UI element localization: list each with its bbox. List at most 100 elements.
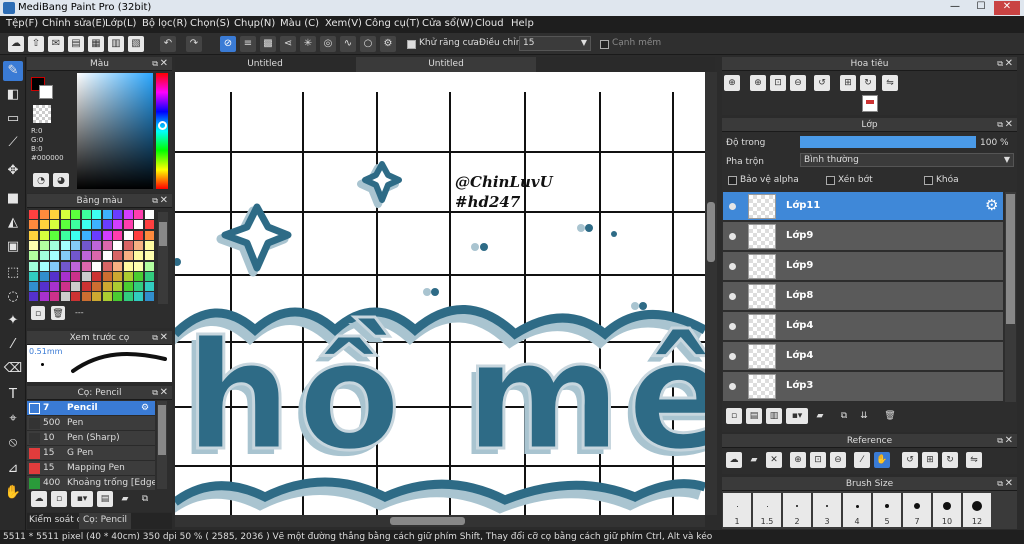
palette-swatch[interactable] (81, 210, 91, 219)
undock-icon[interactable]: ⧉ (997, 434, 1003, 448)
tab-document-2[interactable]: Untitled (356, 57, 536, 72)
palette-swatch[interactable] (29, 251, 38, 261)
new-palette-icon[interactable]: ▫ (31, 306, 45, 320)
close-icon[interactable]: ✕ (160, 331, 168, 345)
page-icon[interactable]: ▦ (88, 36, 104, 52)
undock-icon[interactable]: ⧉ (152, 194, 158, 208)
text-tool-icon[interactable]: T (3, 385, 23, 405)
brush-size-option[interactable]: 1 (723, 493, 751, 527)
palette-swatch[interactable] (50, 271, 59, 281)
palette-swatch[interactable] (144, 271, 154, 281)
palette-swatch[interactable] (113, 282, 122, 292)
palette-swatch[interactable] (60, 230, 70, 240)
palette-swatch[interactable] (50, 261, 59, 271)
minimize-button[interactable]: — (942, 1, 968, 15)
snap-off-icon[interactable]: ⊘ (220, 36, 236, 52)
palette-swatch[interactable] (50, 282, 59, 292)
palette-swatch[interactable] (123, 251, 133, 261)
canvas-hscroll[interactable] (175, 515, 705, 527)
palette-swatch[interactable] (81, 292, 91, 302)
brush-size-option[interactable]: 4 (843, 493, 871, 527)
palette-swatch[interactable] (39, 240, 49, 250)
palette-swatch[interactable] (71, 292, 80, 302)
menu-layer[interactable]: Lớp(L) (105, 18, 136, 29)
palette-swatch[interactable] (144, 292, 154, 302)
bucket-tool-icon[interactable]: ◭ (3, 213, 23, 233)
close-button[interactable]: ✕ (994, 1, 1020, 15)
layer-row[interactable]: Lớp8 (723, 282, 1003, 311)
grid-icon[interactable]: ▥ (108, 36, 124, 52)
cloud-icon[interactable]: ☁ (726, 452, 742, 468)
close-icon[interactable]: ✕ (1005, 118, 1013, 132)
gradient-tool-icon[interactable]: ▣ (3, 237, 23, 257)
background-color-swatch[interactable] (39, 85, 53, 99)
palette-swatch[interactable] (134, 271, 143, 281)
palette-swatch[interactable] (113, 220, 122, 230)
palette-swatch[interactable] (81, 240, 91, 250)
layer-row[interactable]: Lớp9 (723, 252, 1003, 281)
palette-swatch[interactable] (113, 240, 122, 250)
close-icon[interactable]: ✕ (160, 57, 168, 71)
fit-screen-icon[interactable]: ⊞ (840, 75, 856, 91)
menu-select[interactable]: Chọn(S) (190, 18, 230, 29)
palette-swatch[interactable] (81, 251, 91, 261)
palette-swatch[interactable] (50, 210, 59, 219)
palette-swatch[interactable] (39, 230, 49, 240)
palette-swatch[interactable] (81, 230, 91, 240)
brush-tool-icon[interactable]: ✎ (3, 61, 23, 81)
merge-layer-icon[interactable]: ⇊ (856, 408, 872, 424)
palette-swatch[interactable] (123, 271, 133, 281)
palette-swatch[interactable] (92, 282, 101, 292)
palette-swatch[interactable] (60, 261, 70, 271)
palette-swatch[interactable] (102, 240, 112, 250)
eyedropper-icon[interactable]: ⁄ (854, 452, 870, 468)
brush-size-option[interactable]: 12 (963, 493, 991, 527)
palette-swatch[interactable] (144, 230, 154, 240)
lock-checkbox[interactable] (924, 176, 933, 185)
close-icon[interactable]: ✕ (160, 386, 168, 400)
palette-swatch[interactable] (123, 220, 133, 230)
drawing-canvas[interactable]: @ChinLuvU #hd247 hồ mêm (175, 72, 705, 515)
select-rect-icon[interactable]: ⬚ (3, 263, 23, 283)
palette-swatch[interactable] (50, 220, 59, 230)
palette-swatch[interactable] (92, 261, 101, 271)
palette-swatch[interactable] (71, 261, 80, 271)
antialias-checkbox[interactable] (407, 40, 416, 49)
palette-swatch[interactable] (71, 240, 80, 250)
palette-swatch[interactable] (29, 271, 38, 281)
palette-swatch[interactable] (39, 251, 49, 261)
palette-swatch[interactable] (144, 220, 154, 230)
palette-swatch[interactable] (60, 210, 70, 219)
palette-swatch[interactable] (123, 230, 133, 240)
fit-icon[interactable]: ⊡ (810, 452, 826, 468)
palette-swatch[interactable] (102, 230, 112, 240)
palette-swatch[interactable] (113, 251, 122, 261)
palette-swatch[interactable] (81, 261, 91, 271)
transparent-swatch[interactable] (33, 105, 51, 123)
layer-row[interactable]: Lớp11 ⚙ (723, 192, 1003, 221)
zoom-in-alt-icon[interactable]: ⊕ (750, 75, 766, 91)
palette-swatch[interactable] (134, 210, 143, 219)
snap-cross-icon[interactable]: ▩ (260, 36, 276, 52)
protect-alpha-checkbox[interactable] (728, 176, 737, 185)
palette-swatch[interactable] (134, 282, 143, 292)
brush-scroll-thumb[interactable] (158, 405, 166, 455)
menu-filter[interactable]: Bộ lọc(R) (142, 18, 187, 29)
palette-swatch[interactable] (134, 292, 143, 302)
palette-swatch[interactable] (102, 271, 112, 281)
palette-swatch[interactable] (134, 240, 143, 250)
palette-swatch[interactable] (60, 282, 70, 292)
zoom-in-icon[interactable]: ⊕ (724, 75, 740, 91)
new-brush-icon[interactable]: ▫ (51, 491, 67, 507)
layer-scrollbar[interactable] (1005, 192, 1016, 402)
upload-icon[interactable]: ⇧ (28, 36, 44, 52)
new-layer-icon[interactable]: ▫ (726, 408, 742, 424)
menu-file[interactable]: Tệp(F) (6, 18, 38, 29)
menu-edit[interactable]: Chỉnh sửa(E) (42, 18, 106, 29)
rectangle-tool-icon[interactable]: ▭ (3, 109, 23, 129)
tab-document-1[interactable]: Untitled (175, 57, 355, 72)
palette-swatch[interactable] (39, 220, 49, 230)
duplicate-icon[interactable]: ⧉ (137, 491, 153, 507)
palette-swatch[interactable] (29, 282, 38, 292)
visibility-icon[interactable] (729, 233, 736, 240)
